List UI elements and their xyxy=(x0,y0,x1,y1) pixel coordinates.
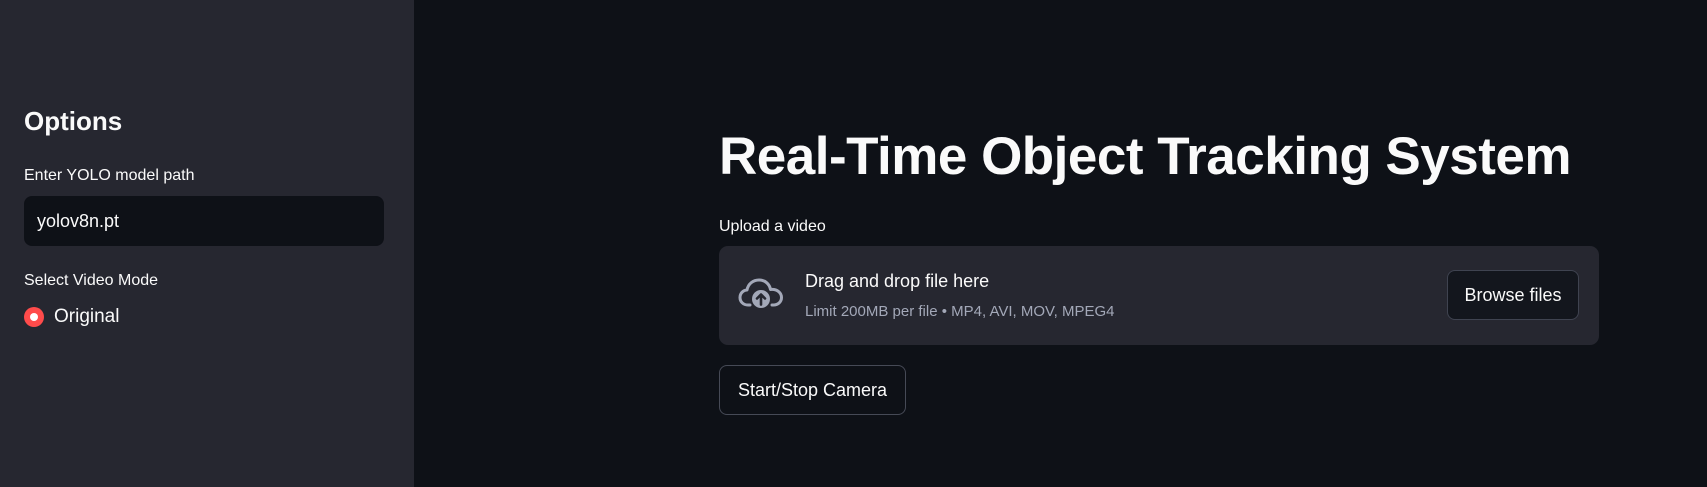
dropzone-title: Drag and drop file here xyxy=(805,271,990,291)
cloud-upload-icon xyxy=(738,278,783,308)
sidebar-title: Options xyxy=(24,106,123,136)
file-dropzone[interactable]: Drag and drop file here Limit 200MB per … xyxy=(719,246,1599,345)
page-title: Real-Time Object Tracking System xyxy=(719,127,1571,186)
radio-selected-icon[interactable] xyxy=(24,307,44,327)
browse-files-button[interactable]: Browse files xyxy=(1447,270,1579,320)
dropzone-limit-text: Limit 200MB per file • MP4, AVI, MOV, MP… xyxy=(805,303,1115,320)
video-mode-label: Select Video Mode xyxy=(24,272,159,289)
model-path-label: Enter YOLO model path xyxy=(24,167,195,184)
model-path-input[interactable] xyxy=(24,196,384,246)
upload-label: Upload a video xyxy=(719,218,826,235)
app: Options Enter YOLO model path Select Vid… xyxy=(0,0,1707,487)
sidebar: Options Enter YOLO model path Select Vid… xyxy=(0,0,414,487)
video-mode-option-original[interactable]: Original xyxy=(24,306,119,328)
start-stop-camera-button[interactable]: Start/Stop Camera xyxy=(719,365,906,415)
video-mode-option-label: Original xyxy=(54,306,120,327)
